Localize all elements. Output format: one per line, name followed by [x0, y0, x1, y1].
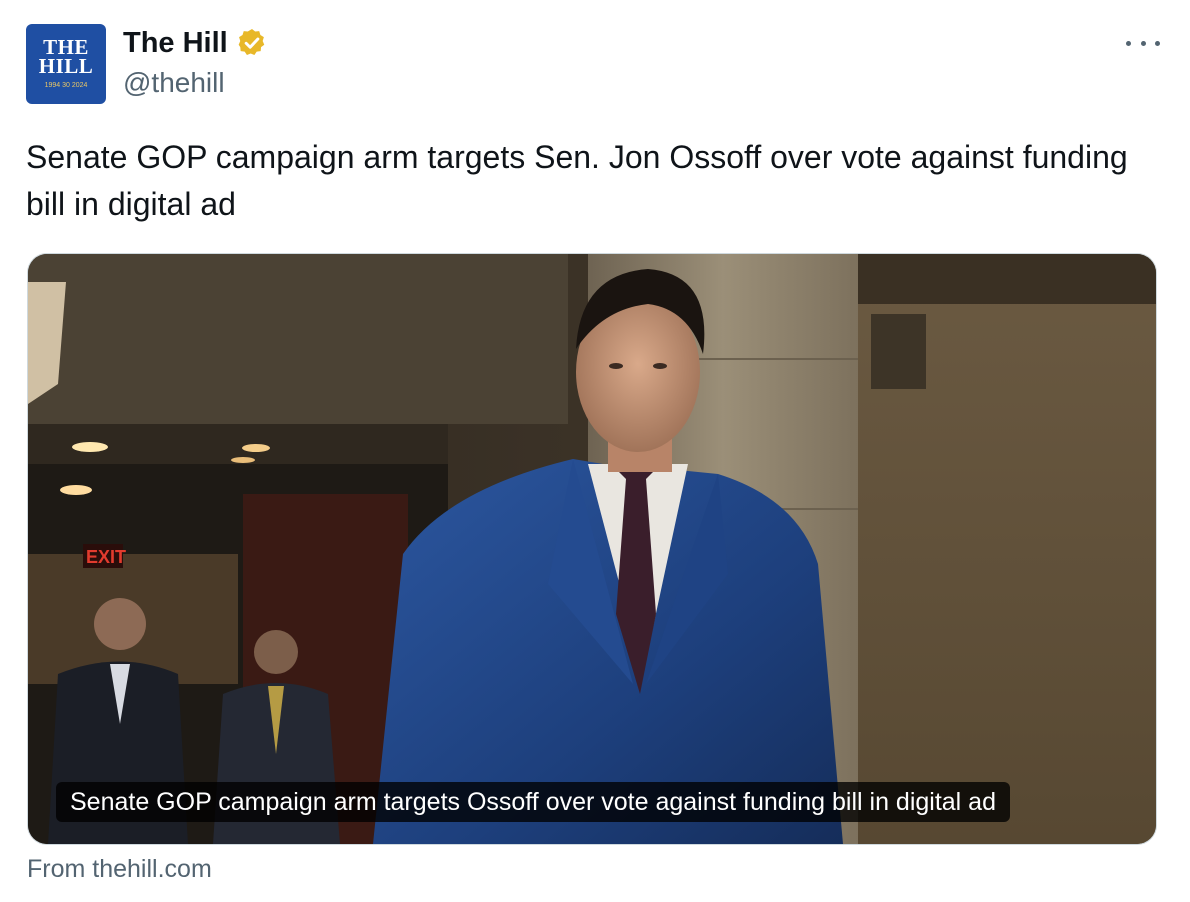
verified-badge-icon[interactable] — [236, 27, 268, 59]
card-caption: Senate GOP campaign arm targets Ossoff o… — [56, 782, 1010, 822]
author-display-name[interactable]: The Hill — [123, 26, 228, 60]
tweet-text: Senate GOP campaign arm targets Sen. Jon… — [26, 139, 1128, 222]
card-image: EXIT — [28, 254, 1156, 844]
more-options-icon[interactable] — [1126, 30, 1160, 56]
more-dot — [1140, 40, 1146, 46]
svg-text:EXIT: EXIT — [86, 547, 126, 567]
author-name-row: The Hill — [123, 26, 268, 60]
more-dot — [1126, 40, 1131, 46]
avatar-line-3: 1994 30 2024 — [44, 82, 88, 89]
link-card[interactable]: EXIT Senate GOP campaign arm targets Oss… — [27, 253, 1157, 845]
author-handle[interactable]: @thehill — [123, 67, 225, 99]
avatar[interactable]: THE HILL 1994 30 2024 — [26, 24, 106, 104]
avatar-line-2: HILL — [38, 54, 94, 78]
more-dot — [1155, 40, 1160, 46]
card-source-link[interactable]: From thehill.com — [27, 853, 212, 885]
